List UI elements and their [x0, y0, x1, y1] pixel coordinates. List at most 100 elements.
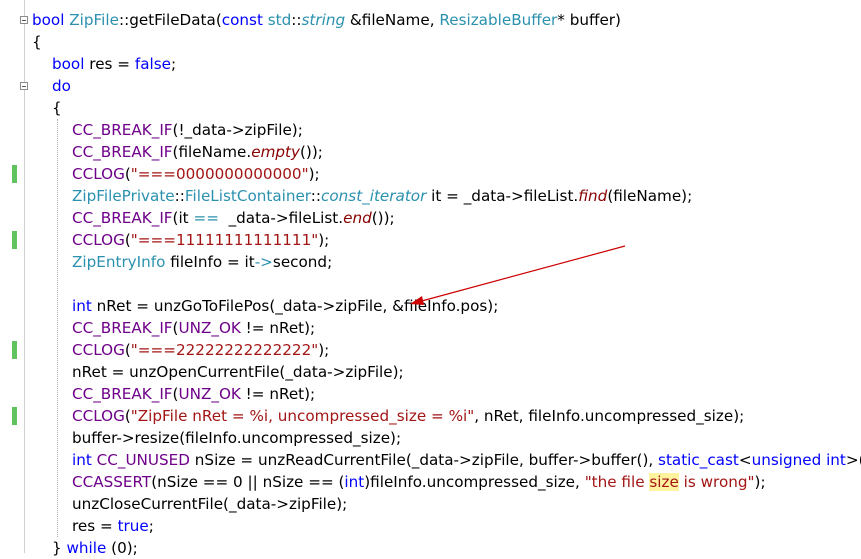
collapse-box-icon[interactable] — [20, 16, 28, 24]
code-token: "===0000000000000" — [130, 165, 309, 183]
code-token: res = — [72, 517, 118, 535]
code-token: int — [826, 451, 846, 469]
code-token: nRet = unzOpenCurrentFile(_data->zipFile… — [72, 363, 404, 381]
code-token: ResizableBuffer — [439, 11, 558, 29]
change-marker — [12, 231, 17, 249]
code-token: CC_BREAK_IF — [72, 121, 173, 139]
code-line[interactable]: CCLOG("ZipFile nRet = %i, uncompressed_s… — [72, 405, 744, 427]
code-line[interactable]: CC_BREAK_IF(fileName.empty()); — [72, 141, 323, 163]
code-line[interactable]: CC_BREAK_IF(UNZ_OK != nRet); — [72, 317, 315, 339]
code-token: CC_BREAK_IF — [72, 209, 173, 227]
code-token: ()); — [371, 209, 395, 227]
code-line[interactable]: } while (0); — [52, 537, 138, 559]
code-token: const — [221, 11, 263, 29]
code-token: >( — [845, 451, 861, 469]
code-token: (!_data->zipFile); — [172, 121, 303, 139]
code-token: bool — [32, 11, 65, 29]
code-token: int — [344, 473, 365, 491]
code-line[interactable]: CCASSERT(nSize == 0 || nSize == (int)fil… — [72, 471, 766, 493]
code-token: fileInfo = it — [165, 253, 255, 271]
code-token: int — [72, 297, 92, 315]
code-token: != nRet); — [240, 319, 316, 337]
code-token: ZipFilePrivate — [72, 187, 175, 205]
code-token: static_cast — [658, 451, 739, 469]
code-token: ()); — [299, 143, 323, 161]
code-token: nSize = unzReadCurrentFile(_data->zipFil… — [189, 451, 659, 469]
code-token: ZipEntryInfo — [72, 253, 166, 271]
code-line[interactable]: int CC_UNUSED nSize = unzReadCurrentFile… — [72, 449, 861, 471]
code-token: * buffer) — [557, 11, 621, 29]
code-token: ); — [754, 473, 766, 491]
code-token: -> — [254, 253, 273, 271]
code-token: string — [301, 11, 346, 29]
code-token: ); — [308, 165, 320, 183]
code-token: :: — [174, 187, 185, 205]
code-line[interactable]: int nRet = unzGoToFilePos(_data->zipFile… — [72, 295, 498, 317]
change-marker — [12, 165, 17, 183]
code-token: ); — [318, 231, 330, 249]
code-token: CCLOG — [72, 165, 125, 183]
code-token: it = _data->fileList. — [426, 187, 579, 205]
code-line[interactable]: CC_BREAK_IF(UNZ_OK != nRet); — [72, 383, 315, 405]
code-token: size — [649, 473, 679, 491]
collapse-box-icon[interactable] — [20, 82, 28, 90]
code-token: :: — [310, 187, 322, 205]
change-marker — [12, 407, 17, 425]
code-token: ; — [170, 55, 177, 73]
code-line[interactable]: CCLOG("===11111111111111"); — [72, 229, 329, 251]
code-token: int — [72, 451, 92, 469]
code-token: const_iterator — [321, 187, 427, 205]
code-token: CCLOG — [72, 341, 125, 359]
code-line[interactable]: CCLOG("===0000000000000"); — [72, 163, 320, 185]
code-line[interactable]: ZipEntryInfo fileInfo = it->second; — [72, 251, 332, 273]
code-line[interactable]: bool ZipFile::getFileData(const std::str… — [32, 9, 621, 31]
code-token: { — [52, 99, 62, 117]
code-token: std — [267, 11, 292, 29]
code-token: (nSize == 0 || nSize == ( — [151, 473, 345, 491]
code-token: is wrong" — [678, 473, 755, 491]
code-token: while — [66, 539, 107, 557]
code-token: FileListContainer — [184, 187, 311, 205]
code-token: )fileInfo.uncompressed_size, — [364, 473, 585, 491]
code-token: nRet = unzGoToFilePos(_data->zipFile, &f… — [91, 297, 499, 315]
code-line[interactable]: res = true; — [72, 515, 154, 537]
code-token: UNZ_OK — [178, 319, 241, 337]
code-token: (it — [172, 209, 194, 227]
code-token: < — [738, 451, 752, 469]
code-token: { — [32, 33, 42, 51]
code-token: CC_BREAK_IF — [72, 143, 173, 161]
code-token: second; — [272, 253, 333, 271]
code-line[interactable]: bool res = false; — [52, 53, 176, 75]
code-token: getFileData — [129, 11, 216, 29]
code-line[interactable]: CC_BREAK_IF(it == _data->fileList.end())… — [72, 207, 395, 229]
code-token: CC_BREAK_IF — [72, 319, 173, 337]
code-token: CCLOG — [72, 231, 125, 249]
code-line[interactable]: buffer->resize(fileInfo.uncompressed_siz… — [72, 427, 401, 449]
code-token: :: — [291, 11, 302, 29]
code-token: &fileName, — [345, 11, 440, 29]
code-line[interactable]: do — [52, 75, 71, 97]
code-line[interactable]: nRet = unzOpenCurrentFile(_data->zipFile… — [72, 361, 404, 383]
code-line[interactable]: CC_BREAK_IF(!_data->zipFile); — [72, 119, 303, 141]
code-token: "===22222222222222" — [130, 341, 319, 359]
indent-guide — [57, 119, 58, 537]
code-editor[interactable]: bool ZipFile::getFileData(const std::str… — [0, 0, 861, 557]
code-token: empty — [251, 143, 300, 161]
code-line[interactable]: { — [52, 97, 62, 119]
code-token: _data->fileList. — [218, 209, 344, 227]
code-line[interactable]: { — [32, 31, 42, 53]
code-token: ZipFile — [69, 11, 119, 29]
code-token: } — [52, 539, 67, 557]
code-token: buffer->resize(fileInfo.uncompressed_siz… — [72, 429, 402, 447]
arrow-shaft — [417, 245, 626, 303]
code-token: CCASSERT — [72, 473, 152, 491]
code-token: find — [578, 187, 608, 205]
code-token: bool — [52, 55, 85, 73]
code-token: UNZ_OK — [178, 385, 241, 403]
code-token: (0); — [106, 539, 138, 557]
code-line[interactable]: CCLOG("===22222222222222"); — [72, 339, 329, 361]
code-token: , nRet, fileInfo.uncompressed_size); — [474, 407, 745, 425]
code-line[interactable]: unzCloseCurrentFile(_data->zipFile); — [72, 493, 347, 515]
code-line[interactable]: ZipFilePrivate::FileListContainer::const… — [72, 185, 692, 207]
code-token: unsigned — [751, 451, 822, 469]
